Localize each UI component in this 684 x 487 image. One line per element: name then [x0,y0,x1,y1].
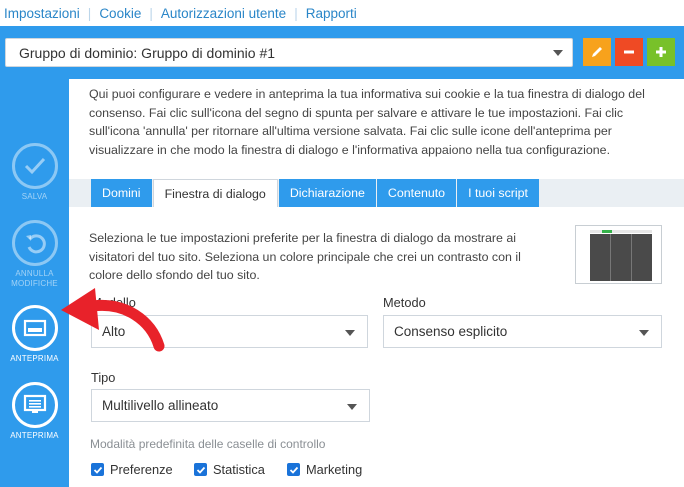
dialog-preview-thumbnail[interactable] [575,225,662,284]
nav-cookie[interactable]: Cookie [99,6,141,21]
preview-dialog-button[interactable]: ANTEPRIMA [0,305,69,364]
tab-dichiarazione[interactable]: Dichiarazione [278,179,376,207]
undo-icon [25,234,46,254]
save-label: SALVA [21,192,48,201]
minus-icon [624,50,634,54]
plus-icon [656,47,666,57]
undo-label-line2: MODIFICHE [11,279,58,288]
check-icon [196,466,205,474]
nav-separator: | [149,5,153,21]
tabs-bar: Domini Finestra di dialogo Dichiarazione… [69,179,684,207]
tabs: Domini Finestra di dialogo Dichiarazione… [91,179,540,207]
check-icon [289,466,298,474]
preview-dialog-label: ANTEPRIMA [10,354,59,363]
top-nav: Impostazioni | Cookie | Autorizzazioni u… [0,0,684,26]
intro-text: Qui puoi configurare e vedere in antepri… [89,87,645,157]
remove-domain-button[interactable] [615,38,643,66]
nav-rapporti[interactable]: Rapporti [306,6,357,21]
preview-dialog-circle [11,305,58,351]
tipo-label: Tipo [91,370,116,385]
chevron-down-icon [347,404,357,410]
nav-autorizzazioni-utente[interactable]: Autorizzazioni utente [161,6,286,21]
chevron-down-icon [553,50,563,56]
dialog-preview-icon [23,319,46,337]
chevron-down-icon [345,330,355,336]
nav-impostazioni[interactable]: Impostazioni [4,6,80,21]
chevron-down-icon [639,330,649,336]
dialog-settings-description: Seleziona le tue impostazioni preferite … [89,231,521,282]
tipo-select[interactable]: Multilivello allineato [91,389,370,422]
save-button[interactable]: SALVA [0,143,69,202]
tab-domini[interactable]: Domini [91,179,152,207]
save-circle [11,143,58,189]
metodo-label: Metodo [383,295,426,310]
checkbox-mode-label: Modalità predefinita delle caselle di co… [90,437,326,451]
modello-label: Modello [91,295,136,310]
checkmark-icon [24,157,45,175]
tab-contenuto[interactable]: Contenuto [376,179,457,207]
pencil-icon [592,47,602,57]
preview-declaration-circle [11,382,58,428]
metodo-select[interactable]: Consenso esplicito [383,315,662,348]
checkbox-preferenze-label: Preferenze [110,462,173,477]
checkbox-marketing[interactable]: Marketing [287,462,362,477]
main-panel: Qui puoi configurare e vedere in antepri… [69,79,684,487]
metodo-value: Consenso esplicito [394,324,508,339]
tab-finestra-di-dialogo[interactable]: Finestra di dialogo [152,179,278,207]
thumbnail-body [590,234,652,281]
thumbnail-bar [590,230,652,233]
sidebar: SALVA ANNULLA MODIFICHE ANTEPRIMA ANTEPR… [0,79,69,487]
domain-group-select[interactable]: Gruppo di dominio: Gruppo di dominio #1 [5,38,573,67]
preview-declaration-label: ANTEPRIMA [10,431,59,440]
undo-changes-button[interactable]: ANNULLA MODIFICHE [0,220,69,289]
monitor-icon [23,394,46,413]
preview-declaration-button[interactable]: ANTEPRIMA [0,382,69,441]
checkbox-statistica-box[interactable] [194,463,207,476]
edit-domain-button[interactable] [583,38,611,66]
modello-value: Alto [102,324,126,339]
checkbox-marketing-box[interactable] [287,463,300,476]
thumbnail-column-divider [631,234,632,281]
checkbox-preferenze-box[interactable] [91,463,104,476]
nav-separator: | [87,5,92,21]
tab-i-tuoi-script[interactable]: I tuoi script [457,179,539,207]
check-icon [93,466,102,474]
checkbox-statistica-label: Statistica [213,462,265,477]
thumbnail-accent [602,230,612,233]
modello-select[interactable]: Alto [91,315,368,348]
checkbox-preferenze[interactable]: Preferenze [91,462,173,477]
domain-group-value: Gruppo di dominio: Gruppo di dominio #1 [19,44,276,61]
tipo-value: Multilivello allineato [102,398,219,413]
checkbox-marketing-label: Marketing [306,462,363,477]
nav-separator: | [294,5,298,21]
undo-circle [11,220,58,266]
undo-label-line1: ANNULLA [15,269,54,278]
thumbnail-column-divider [610,234,611,281]
checkbox-statistica[interactable]: Statistica [194,462,265,477]
add-domain-button[interactable] [647,38,675,66]
